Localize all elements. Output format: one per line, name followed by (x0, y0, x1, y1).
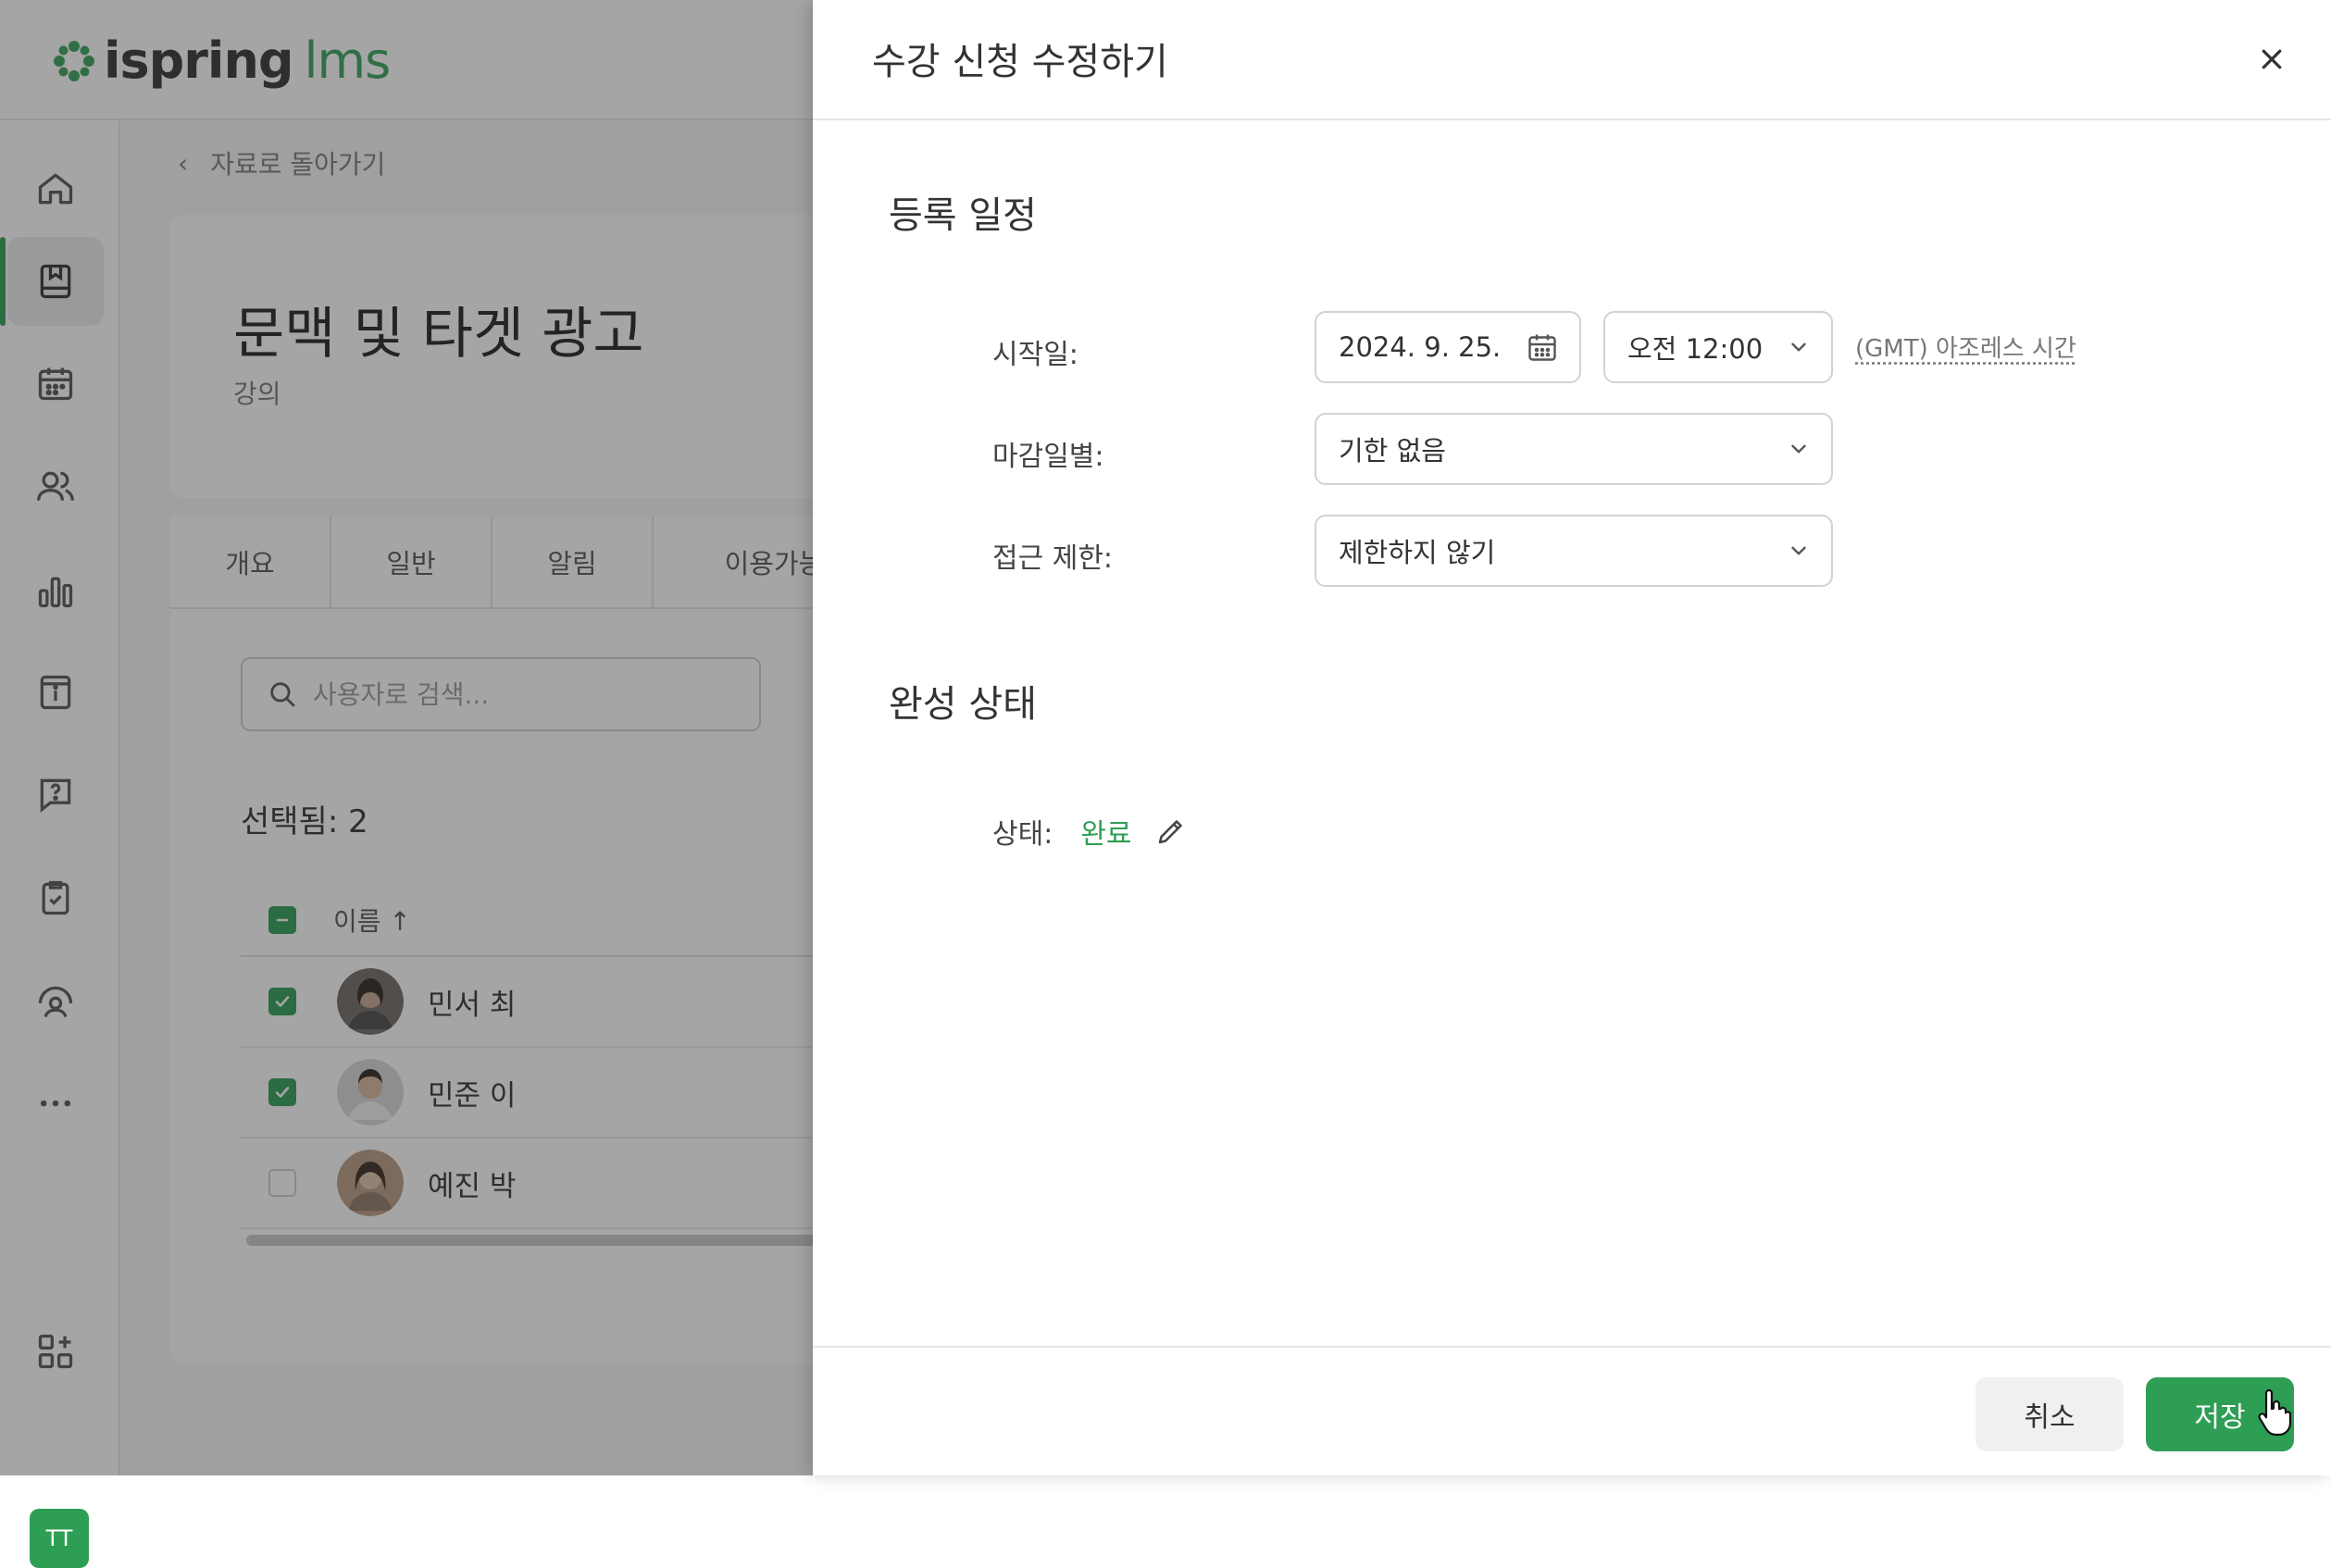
access-restriction-select[interactable]: 제한하지 않기 (1315, 515, 1833, 587)
hand-cursor-icon (2258, 1388, 2292, 1437)
dialog-title: 수강 신청 수정하기 (872, 41, 1168, 83)
edit-enrollment-dialog: 수강 신청 수정하기 등록 일정 시작일: 2024. 9. 25. 오전 12… (813, 0, 2331, 1475)
schedule-section-title: 등록 일정 (889, 194, 1037, 237)
completion-status-row: 상태: 완료 (992, 811, 1188, 852)
dialog-header: 수강 신청 수정하기 (813, 0, 2331, 120)
start-date-field[interactable]: 2024. 9. 25. (1315, 311, 1581, 383)
calendar-picker-icon[interactable] (1526, 313, 1559, 381)
start-time-value: 오전 12:00 (1627, 333, 1764, 365)
status-label: 상태: (992, 818, 1053, 851)
status-value: 완료 (1080, 818, 1132, 851)
edit-status-button[interactable] (1154, 815, 1188, 848)
chevron-down-icon (1787, 516, 1811, 585)
access-restriction-label: 접근 제한: (992, 542, 1114, 575)
timezone-link[interactable]: (GMT) 아조레스 시간 (1855, 330, 2076, 364)
chevron-down-icon (1787, 415, 1811, 483)
dialog-footer: 취소 저장 (813, 1346, 2331, 1477)
start-time-select[interactable]: 오전 12:00 (1603, 311, 1833, 383)
close-icon (2262, 49, 2282, 69)
cancel-button[interactable]: 취소 (1976, 1377, 2124, 1451)
pencil-icon (1158, 820, 1182, 844)
access-restriction-value: 제한하지 않기 (1339, 537, 1496, 568)
due-date-value: 기한 없음 (1339, 435, 1446, 467)
start-date-label: 시작일: (992, 339, 1078, 371)
due-date-select[interactable]: 기한 없음 (1315, 413, 1833, 485)
start-date-value: 2024. 9. 25. (1339, 331, 1502, 363)
chevron-down-icon (1787, 313, 1811, 381)
close-button[interactable] (2250, 37, 2294, 81)
user-avatar[interactable]: TT (30, 1509, 89, 1568)
due-date-label: 마감일별: (992, 441, 1104, 473)
completion-section-title: 완성 상태 (889, 683, 1037, 726)
